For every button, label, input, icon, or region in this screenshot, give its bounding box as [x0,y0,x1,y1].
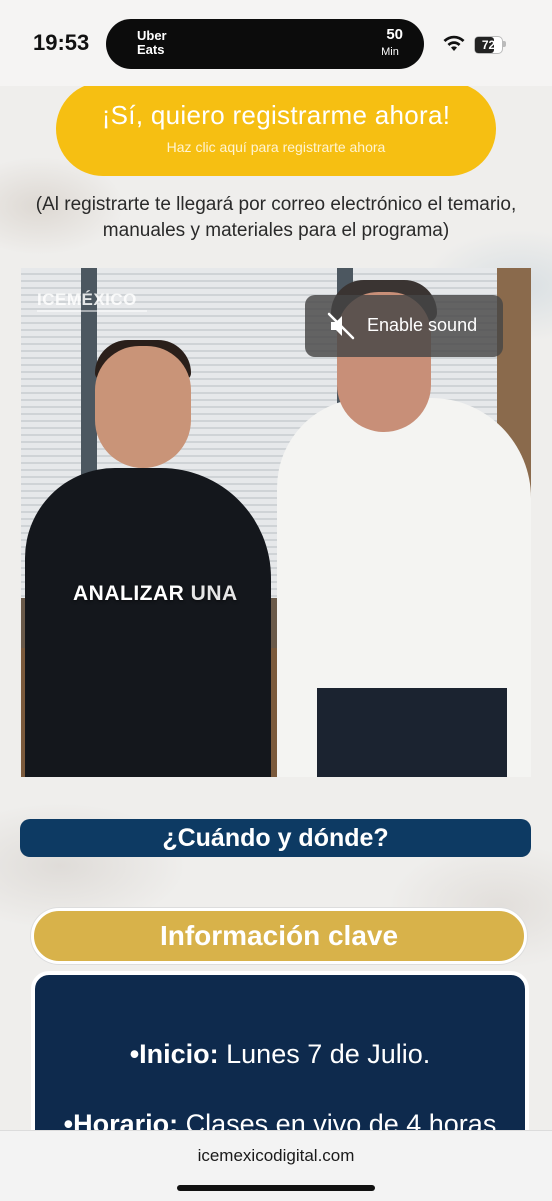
when-where-heading: ¿Cuándo y dónde? [20,819,531,857]
promo-video[interactable]: ICEMÉXICO ANALIZAR UNA Enable sound [21,268,531,777]
live-activity-eta-unit: Min [381,46,399,58]
live-activity-island[interactable]: Uber Eats 50 Min [106,19,424,69]
live-activity-eta-value: 50 [386,26,403,43]
info-start-label: •Inicio: [129,1039,219,1069]
video-logo-underline [37,310,147,312]
battery-icon: 72 [474,36,503,54]
video-caption: ANALIZAR UNA [73,582,238,606]
battery-cap [503,41,506,47]
video-person-left-head [95,346,191,468]
key-info-title-text: Información clave [159,920,399,951]
registration-note: (Al registrarte te llegará por correo el… [35,194,517,241]
info-start-value: Lunes 7 de Julio. [218,1039,431,1069]
home-indicator[interactable] [177,1185,375,1191]
battery-percent: 72 [481,38,496,52]
speaker-muted-icon [327,312,355,340]
when-where-heading-text: ¿Cuándo y dónde? [162,824,389,852]
live-activity-app-name-line2: Eats [137,42,165,57]
status-bar: 19:53 Uber Eats 50 Min 72 [0,0,552,86]
enable-sound-button[interactable]: Enable sound [305,295,503,357]
register-button-subtitle: Haz clic aquí para registrarte ahora [166,139,386,155]
enable-sound-label: Enable sound [367,315,478,335]
browser-url[interactable]: icemexicodigital.com [0,1146,552,1166]
status-time: 19:53 [33,30,90,55]
info-start-date: •Inicio: Lunes 7 de Julio. [35,1039,525,1070]
video-caption-main: ANALIZAR [73,582,185,605]
register-button-title: ¡Sí, quiero registrarme ahora! [101,100,451,130]
browser-address-bar[interactable]: icemexicodigital.com [0,1130,552,1201]
video-logo: ICEMÉXICO [37,290,137,309]
video-person-right-pants [317,688,507,777]
register-now-button[interactable]: ¡Sí, quiero registrarme ahora! Haz clic … [56,82,496,176]
video-person-left [25,468,271,777]
video-caption-dim: UNA [190,582,238,605]
live-activity-app-name-line1: Uber [137,28,167,43]
wifi-icon [443,35,465,51]
key-info-title: Información clave [31,908,527,964]
